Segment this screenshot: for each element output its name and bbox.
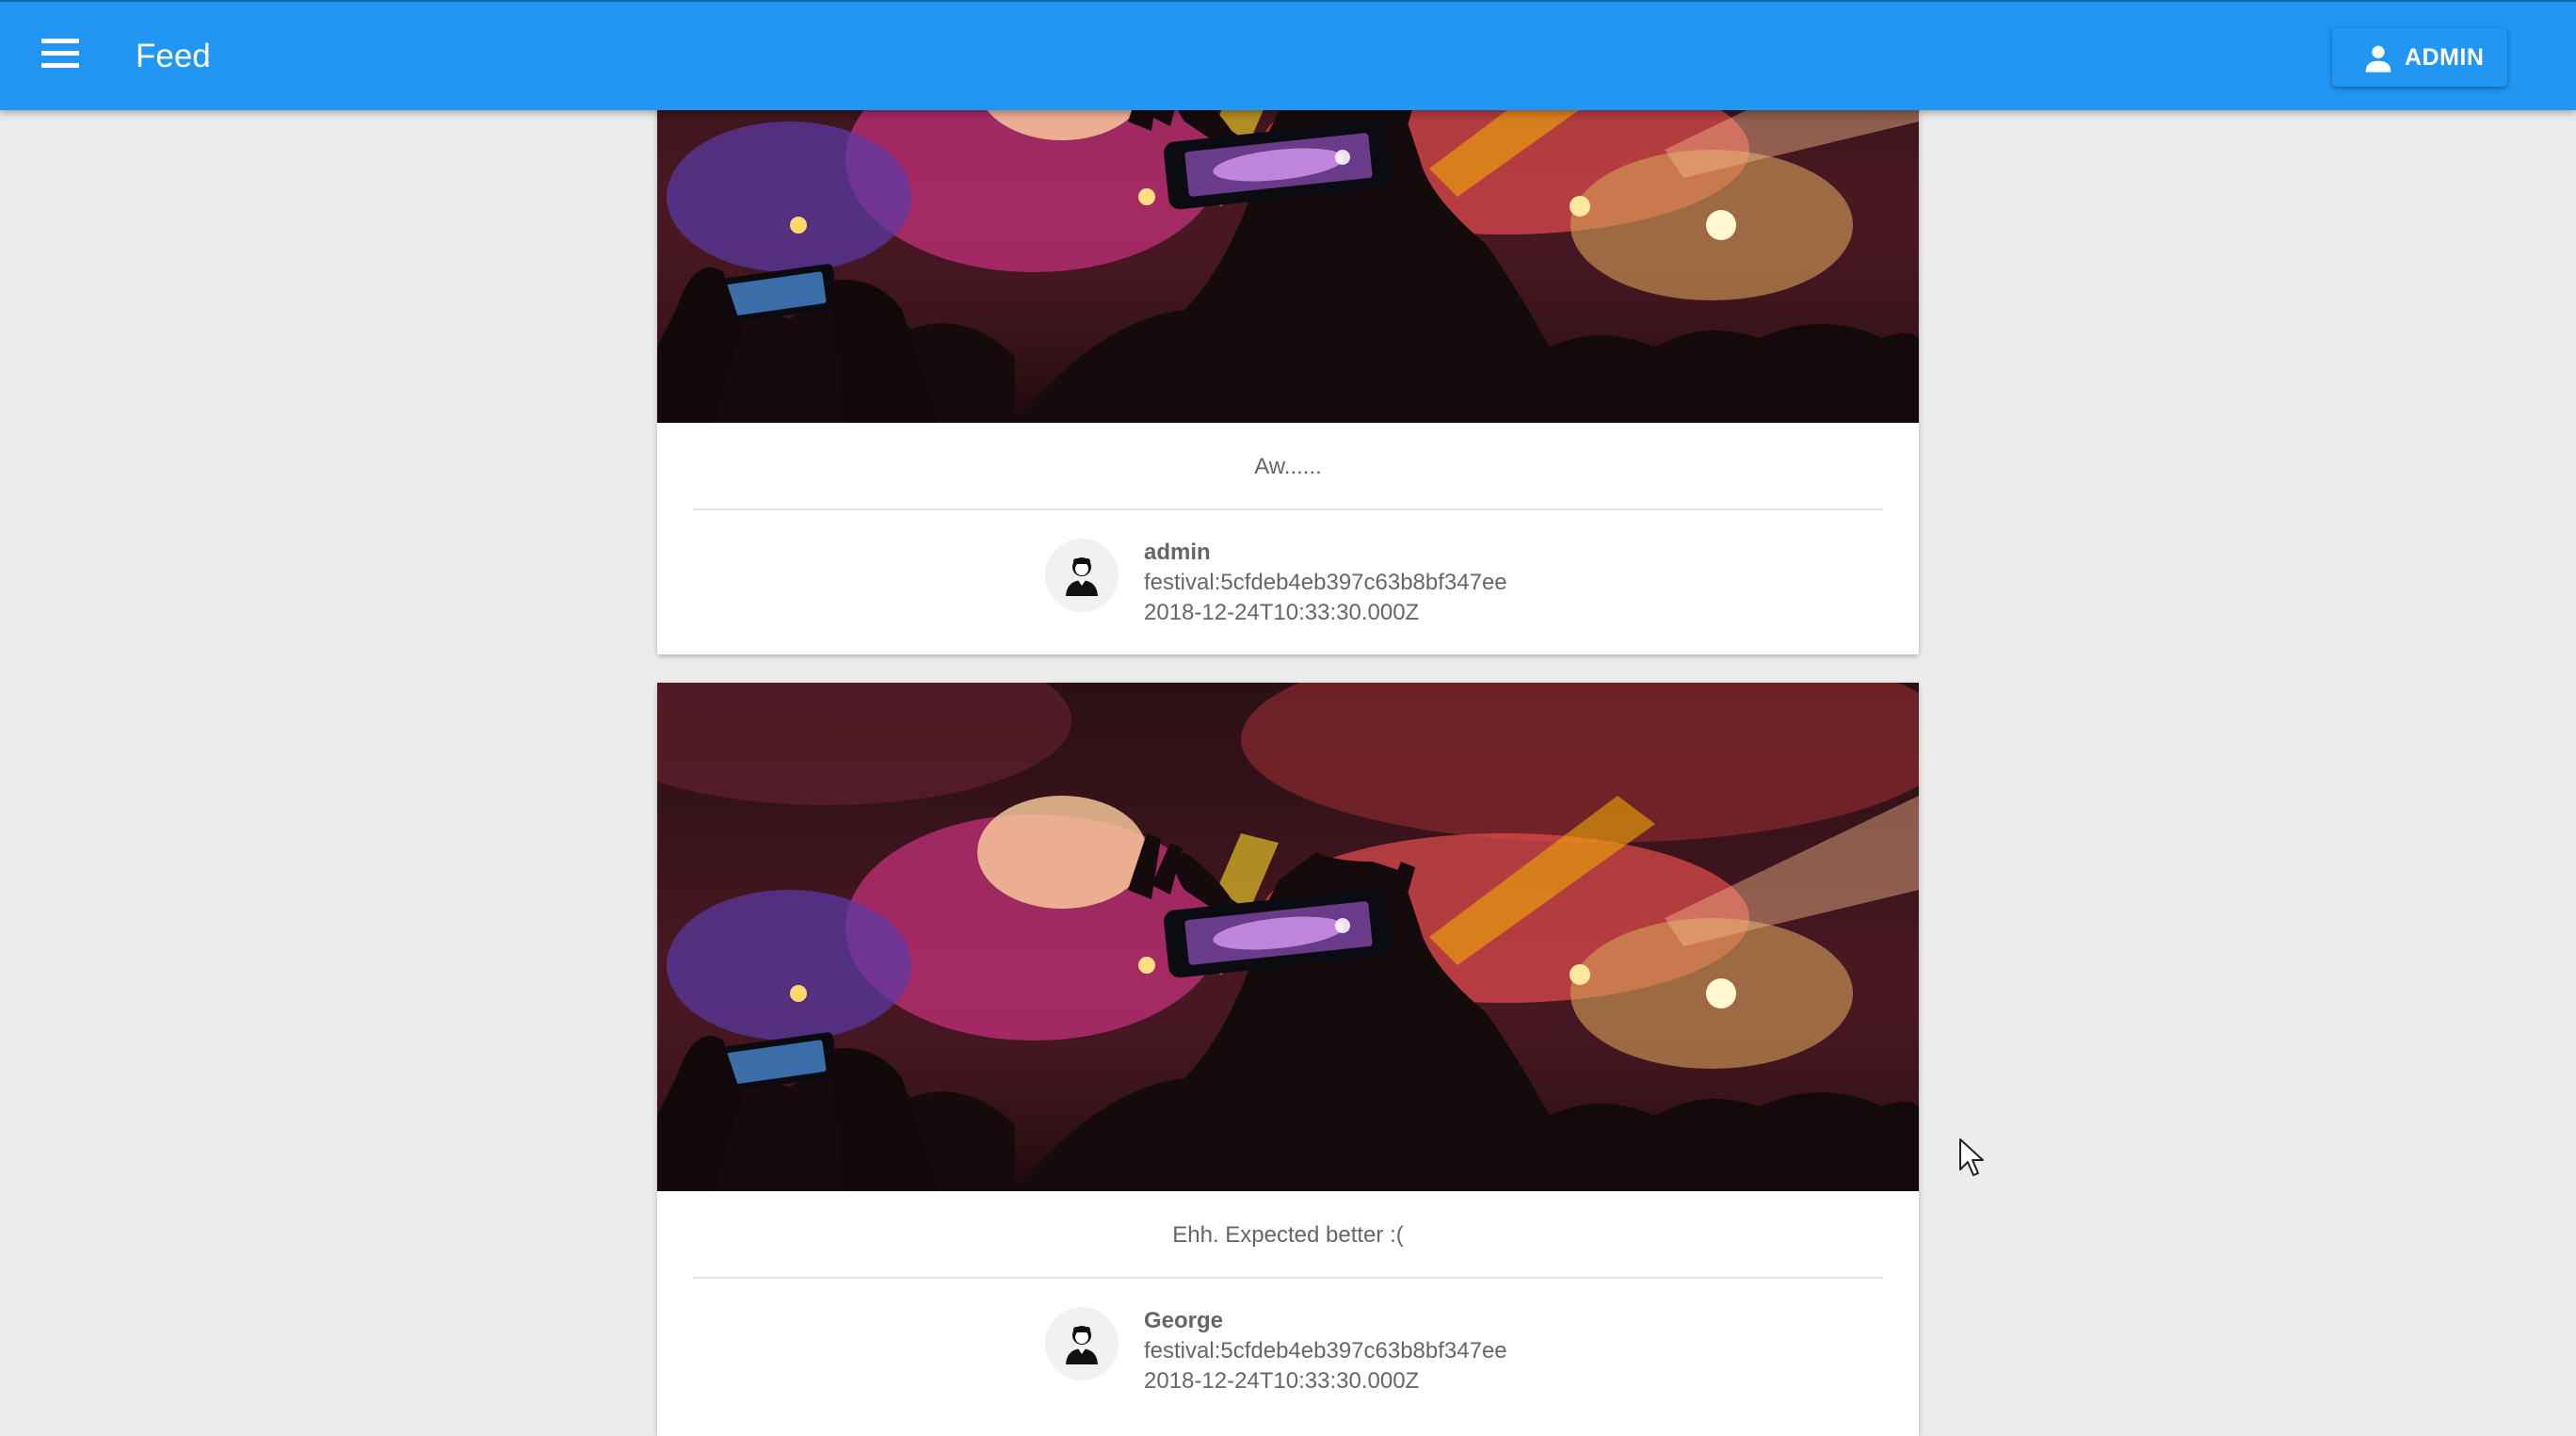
page-title: Feed — [136, 38, 211, 74]
post-comment: Aw...... — [1254, 454, 1322, 479]
admin-user-label: ADMIN — [2405, 44, 2485, 71]
post-card: Aw...... admin festival:5cfdeb4eb397c63b… — [657, 38, 1919, 654]
user-avatar-icon — [1063, 1323, 1101, 1364]
post-image — [657, 683, 1919, 1191]
person-icon — [2365, 45, 2391, 73]
divider — [693, 508, 1883, 510]
avatar — [1045, 1307, 1119, 1380]
post-timestamp: 2018-12-24T10:33:30.000Z — [1144, 1368, 1420, 1394]
post-meta: George festival:5cfdeb4eb397c63b8bf347ee… — [1144, 1306, 1507, 1396]
post-author: George — [1144, 1308, 1224, 1333]
menu-icon[interactable] — [41, 39, 79, 73]
post-timestamp: 2018-12-24T10:33:30.000Z — [1144, 600, 1420, 625]
divider — [693, 1277, 1883, 1279]
mouse-pointer-icon — [1959, 1138, 1984, 1176]
post-meta: admin festival:5cfdeb4eb397c63b8bf347ee … — [1144, 538, 1507, 628]
user-avatar-icon — [1063, 555, 1101, 596]
post-festival-id: festival:5cfdeb4eb397c63b8bf347ee — [1144, 570, 1507, 595]
avatar — [1045, 539, 1119, 612]
post-comment: Ehh. Expected better :( — [1172, 1222, 1404, 1248]
admin-user-button[interactable]: ADMIN — [2332, 28, 2507, 87]
app-bar: Feed ADMIN — [0, 0, 2576, 110]
post-festival-id: festival:5cfdeb4eb397c63b8bf347ee — [1144, 1338, 1507, 1363]
post-card: Ehh. Expected better :( George festival:… — [657, 683, 1919, 1436]
post-author: admin — [1144, 540, 1211, 565]
